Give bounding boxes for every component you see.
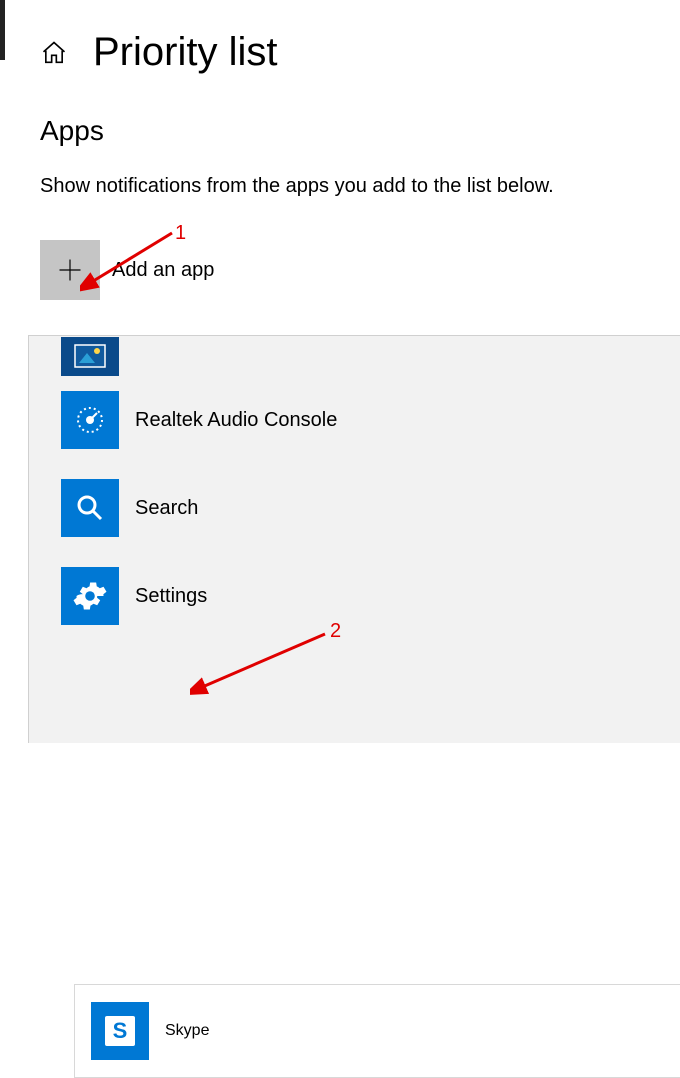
section-title: Apps (40, 115, 680, 147)
app-name-label: Realtek Audio Console (135, 409, 337, 432)
app-picker-popup: Realtek Audio Console Search Settings (28, 335, 680, 743)
home-icon[interactable] (40, 39, 68, 67)
app-item-realtek[interactable]: Realtek Audio Console (29, 376, 680, 464)
app-item-settings[interactable]: Settings (29, 552, 680, 640)
search-icon (61, 479, 119, 537)
section-description: Show notifications from the apps you add… (40, 175, 680, 198)
plus-icon (56, 256, 84, 284)
add-app-button[interactable] (40, 240, 100, 300)
apps-section: Apps Show notifications from the apps yo… (0, 75, 680, 300)
add-app-label: Add an app (112, 259, 214, 282)
skype-icon: S (91, 1002, 149, 1060)
app-item-search[interactable]: Search (29, 464, 680, 552)
page-title: Priority list (93, 30, 277, 75)
app-name-label: Search (135, 497, 198, 520)
app-item-skype[interactable]: S Skype (74, 984, 680, 1078)
gauge-icon (61, 391, 119, 449)
add-app-row: Add an app (40, 240, 680, 300)
app-name-label: Settings (135, 585, 207, 608)
sidebar-sliver (0, 0, 5, 60)
app-name-label: Skype (165, 1022, 209, 1040)
app-item-photos[interactable] (29, 336, 680, 376)
page-header: Priority list (0, 0, 680, 75)
photos-icon (61, 337, 119, 376)
gear-icon (61, 567, 119, 625)
